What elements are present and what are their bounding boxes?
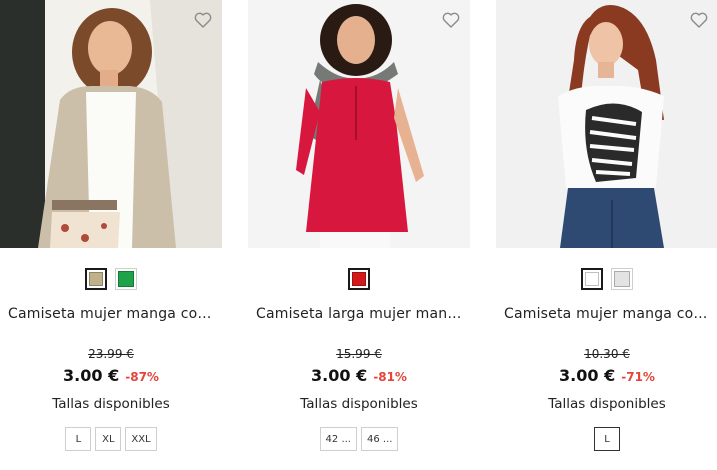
color-swatch-selected[interactable] bbox=[581, 268, 603, 290]
product-name[interactable]: Camiseta mujer manga cort... bbox=[496, 306, 717, 322]
discount-badge: -87% bbox=[125, 370, 159, 384]
color-swatches bbox=[0, 268, 222, 292]
product-photo-woman-red-tunic bbox=[248, 0, 470, 248]
discount-badge: -81% bbox=[373, 370, 407, 384]
price-row: 3.00 € -71% bbox=[496, 366, 717, 385]
sizes-label: Tallas disponibles bbox=[548, 396, 666, 412]
size-option[interactable]: L bbox=[65, 427, 92, 451]
discount-badge: -71% bbox=[621, 370, 655, 384]
heart-icon[interactable] bbox=[194, 12, 212, 28]
color-swatches bbox=[248, 268, 470, 292]
product-card[interactable]: Camiseta larga mujer mang... 15.99 € 3.0… bbox=[248, 0, 470, 470]
current-price: 3.00 € bbox=[559, 366, 616, 385]
price-row: 3.00 € -81% bbox=[248, 366, 470, 385]
old-price: 15.99 € bbox=[336, 347, 382, 361]
old-price: 10.30 € bbox=[584, 347, 630, 361]
color-swatch-selected[interactable] bbox=[85, 268, 107, 290]
color-swatches bbox=[496, 268, 717, 292]
size-options: L XL XXL bbox=[0, 427, 222, 451]
size-option[interactable]: 46 ... bbox=[361, 427, 399, 451]
price-row: 3.00 € -87% bbox=[0, 366, 222, 385]
product-photo-woman-zebra-tee bbox=[496, 0, 717, 248]
current-price: 3.00 € bbox=[311, 366, 368, 385]
product-image[interactable] bbox=[248, 0, 470, 248]
size-option[interactable]: 42 ... bbox=[319, 427, 357, 451]
size-option[interactable]: XXL bbox=[125, 427, 157, 451]
old-price: 23.99 € bbox=[88, 347, 134, 361]
heart-icon[interactable] bbox=[690, 12, 708, 28]
product-grid: Camiseta mujer manga cort... 23.99 € 3.0… bbox=[0, 0, 717, 470]
product-name[interactable]: Camiseta mujer manga cort... bbox=[0, 306, 222, 322]
product-card[interactable]: Camiseta mujer manga cort... 23.99 € 3.0… bbox=[0, 0, 222, 470]
sizes-label: Tallas disponibles bbox=[300, 396, 418, 412]
current-price: 3.00 € bbox=[63, 366, 120, 385]
product-image[interactable] bbox=[496, 0, 717, 248]
product-card[interactable]: Camiseta mujer manga cort... 10.30 € 3.0… bbox=[496, 0, 717, 470]
product-photo-woman-beige-cardigan bbox=[0, 0, 222, 248]
color-swatch[interactable] bbox=[611, 268, 633, 290]
color-swatch-selected[interactable] bbox=[348, 268, 370, 290]
heart-icon[interactable] bbox=[442, 12, 460, 28]
size-options: 42 ... 46 ... bbox=[248, 427, 470, 451]
size-option[interactable]: XL bbox=[95, 427, 122, 451]
size-option[interactable]: L bbox=[594, 427, 620, 451]
product-name[interactable]: Camiseta larga mujer mang... bbox=[248, 306, 470, 322]
color-swatch[interactable] bbox=[115, 268, 137, 290]
sizes-label: Tallas disponibles bbox=[52, 396, 170, 412]
product-image[interactable] bbox=[0, 0, 222, 248]
size-options: L bbox=[496, 427, 717, 451]
